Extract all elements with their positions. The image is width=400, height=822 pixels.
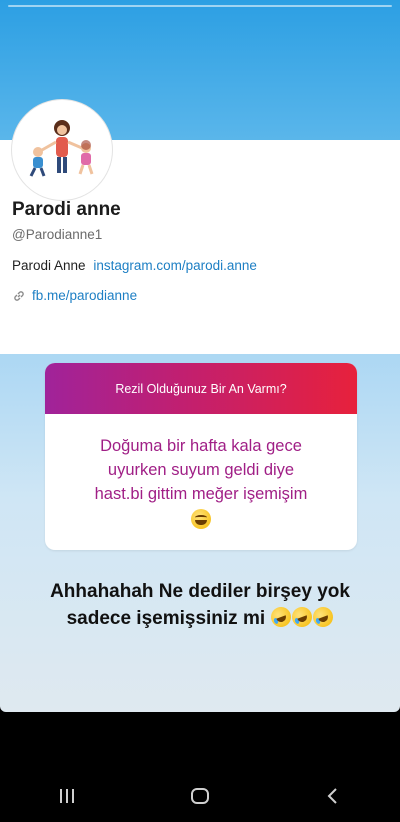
profile-website[interactable]: fb.me/parodianne <box>12 288 137 303</box>
link-icon <box>14 290 24 301</box>
home-button[interactable] <box>180 776 220 816</box>
system-navigation-bar <box>0 770 400 822</box>
profile-avatar[interactable] <box>12 100 112 200</box>
bio-link[interactable]: instagram.com/parodi.anne <box>93 258 257 273</box>
avatar-illustration <box>16 104 108 196</box>
rofl-emoji-icon <box>268 604 295 630</box>
answer-line: Doğuma bir hafta kala gece <box>100 437 302 455</box>
question-sticker[interactable]: Rezil Olduğunuz Bir An Varmı? Doğuma bir… <box>45 363 357 550</box>
back-button[interactable] <box>313 776 353 816</box>
rofl-emoji-icon <box>310 604 337 630</box>
profile-bio: Parodi Anne instagram.com/parodi.anne <box>12 258 257 273</box>
rofl-emoji-icon <box>289 604 316 630</box>
recent-apps-icon <box>59 789 74 803</box>
home-icon <box>190 788 209 804</box>
story-caption: Ahhahahah Ne dediler birşey yok sadece i… <box>0 578 400 632</box>
bio-text: Parodi Anne <box>12 258 86 273</box>
profile-handle: @Parodianne1 <box>12 227 103 242</box>
back-icon <box>327 788 338 804</box>
recent-apps-button[interactable] <box>47 776 87 816</box>
story-progress-bar <box>8 5 392 7</box>
answer-line: hast.bi gittim meğer işemişim <box>94 485 308 503</box>
caption-line: Ahhahahah Ne dediler birşey yok <box>50 581 350 602</box>
answer-line: uyurken suyum geldi diye <box>107 461 295 479</box>
caption-line: sadece işemişsiniz mi <box>66 608 266 629</box>
question-answer: Doğuma bir hafta kala gece uyurken suyum… <box>45 414 357 550</box>
profile-name: Parodi anne <box>12 199 121 220</box>
story-view[interactable]: Parodi anne @Parodianne1 Parodi Anne ins… <box>0 0 400 712</box>
question-prompt: Rezil Olduğunuz Bir An Varmı? <box>45 363 357 414</box>
website-link[interactable]: fb.me/parodianne <box>32 288 137 303</box>
grinning-squinting-face-icon <box>191 508 211 529</box>
